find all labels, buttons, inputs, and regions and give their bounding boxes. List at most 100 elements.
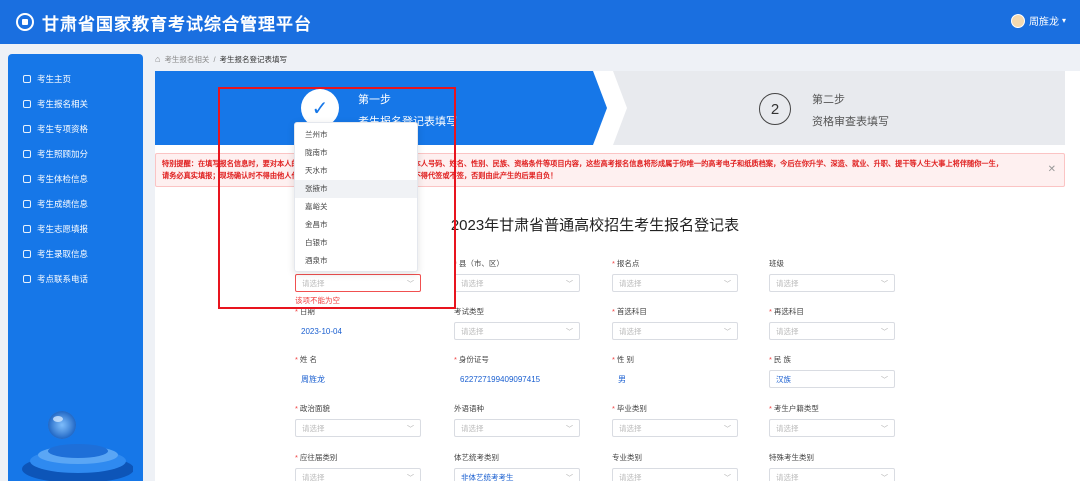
breadcrumb-parent[interactable]: 考生报名相关 [164, 54, 209, 65]
second-subject-label: 再选科目 [773, 307, 804, 316]
chevron-down-icon: ﹀ [881, 426, 888, 433]
qualification-icon [23, 124, 31, 133]
phone-icon [23, 274, 31, 283]
document-icon [23, 99, 31, 108]
field-language: 外语语种 请选择 ﹀ [454, 403, 580, 437]
platform-logo-icon [16, 13, 34, 31]
exam-type-label: 考试类型 [454, 307, 484, 316]
breadcrumb: ⌂ 考生报名相关 / 考生报名登记表填写 [155, 52, 287, 66]
sidebar-item-contact[interactable]: 考点联系电话 [8, 266, 143, 291]
art-sport-type-select[interactable]: 非体艺统考考生 ﹀ [454, 468, 580, 481]
id-number-value: 622727199409097415 [460, 374, 541, 384]
major-type-select[interactable]: 请选择 ﹀ [612, 468, 738, 481]
sidebar-item-label: 考生志愿填报 [37, 223, 89, 234]
step2-desc: 资格审查表填写 [812, 116, 889, 128]
language-label: 外语语种 [454, 404, 484, 413]
user-icon [23, 74, 31, 83]
sidebar: 考生主页 考生报名相关 考生专项资格 考生照顾加分 考生体检信息 考生成绩信息 … [8, 54, 143, 481]
chevron-down-icon: ﹀ [724, 426, 731, 433]
user-menu[interactable]: 周旌龙 ▾ [1010, 13, 1066, 28]
class-select[interactable]: 请选择 ﹀ [769, 274, 895, 292]
field-county: * 县（市、区） 请选择 ﹀ [454, 258, 580, 292]
user-name: 周旌龙 [1028, 17, 1059, 28]
chevron-down-icon: ﹀ [566, 281, 573, 288]
art-sport-type-label: 体艺统考类别 [454, 453, 499, 462]
second-subject-select[interactable]: 请选择 ﹀ [769, 322, 895, 340]
field-fresh-type: * 应往届类别 请选择 ﹀ [295, 452, 421, 481]
special-type-select[interactable]: 请选择 ﹀ [769, 468, 895, 481]
date-value: 2023-10-04 [301, 326, 342, 336]
political-select[interactable]: 请选择 ﹀ [295, 419, 421, 437]
chevron-down-icon: ﹀ [881, 281, 888, 288]
field-household-type: * 考生户籍类型 请选择 ﹀ [769, 403, 895, 437]
sidebar-item-qualification[interactable]: 考生专项资格 [8, 116, 143, 141]
avatar [1010, 13, 1025, 28]
sidebar-item-registration[interactable]: 考生报名相关 [8, 91, 143, 116]
household-type-label: 考生户籍类型 [773, 404, 819, 413]
sidebar-item-label: 考生专项资格 [37, 123, 89, 134]
ethnicity-select[interactable]: 汉族 ﹀ [769, 370, 895, 388]
county-select[interactable]: 请选择 ﹀ [454, 274, 580, 292]
annotation-highlight-box [218, 87, 456, 309]
chevron-down-icon: ﹀ [881, 329, 888, 336]
sidebar-item-label: 考生报名相关 [37, 98, 89, 109]
field-major-type: 专业类别 请选择 ﹀ [612, 452, 738, 481]
first-subject-select[interactable]: 请选择 ﹀ [612, 322, 738, 340]
household-type-select[interactable]: 请选择 ﹀ [769, 419, 895, 437]
field-graduation-type: * 毕业类别 请选择 ﹀ [612, 403, 738, 437]
chevron-down-icon: ﹀ [407, 475, 414, 481]
graduation-type-select[interactable]: 请选择 ﹀ [612, 419, 738, 437]
gender-value: 男 [618, 374, 626, 384]
sidebar-item-physical-exam[interactable]: 考生体检信息 [8, 166, 143, 191]
score-icon [23, 199, 31, 208]
home-icon[interactable]: ⌂ [155, 54, 160, 64]
field-class: 班级 请选择 ﹀ [769, 258, 895, 292]
site-select[interactable]: 请选择 ﹀ [612, 274, 738, 292]
sidebar-item-label: 考生录取信息 [37, 248, 89, 259]
fresh-type-select[interactable]: 请选择 ﹀ [295, 468, 421, 481]
chevron-down-icon: ﹀ [881, 475, 888, 481]
field-first-subject: * 首选科目 请选择 ﹀ [612, 306, 738, 340]
caret-down-icon: ▾ [1061, 16, 1066, 25]
sidebar-item-label: 考点联系电话 [37, 273, 89, 284]
sidebar-item-application[interactable]: 考生志愿填报 [8, 216, 143, 241]
admission-icon [23, 249, 31, 258]
chevron-down-icon: ﹀ [566, 475, 573, 481]
special-type-label: 特殊考生类别 [769, 453, 814, 462]
fresh-type-label: 应往届类别 [299, 453, 338, 462]
chevron-down-icon: ﹀ [881, 377, 888, 384]
class-label: 班级 [769, 259, 784, 268]
name-label: 姓 名 [299, 355, 318, 364]
sidebar-item-admission[interactable]: 考生录取信息 [8, 241, 143, 266]
breadcrumb-current: 考生报名登记表填写 [219, 54, 288, 64]
gender-label: 性 别 [616, 355, 635, 364]
ethnicity-label: 民 族 [773, 355, 792, 364]
chevron-down-icon: ﹀ [566, 426, 573, 433]
sidebar-decoration-illustration [22, 411, 133, 481]
sidebar-item-scores[interactable]: 考生成绩信息 [8, 191, 143, 216]
field-ethnicity: * 民 族 汉族 ﹀ [769, 354, 895, 388]
chevron-down-icon: ﹀ [407, 426, 414, 433]
step2-title: 第二步 [812, 94, 845, 106]
field-political: * 政治面貌 请选择 ﹀ [295, 403, 421, 437]
chevron-down-icon: ﹀ [724, 329, 731, 336]
sidebar-item-label: 考生主页 [37, 73, 72, 84]
breadcrumb-separator: / [213, 54, 216, 64]
sidebar-item-home[interactable]: 考生主页 [8, 66, 143, 91]
close-icon[interactable]: ✕ [1048, 164, 1056, 176]
first-subject-label: 首选科目 [616, 307, 647, 316]
sidebar-item-label: 考生成绩信息 [37, 198, 89, 209]
field-second-subject: * 再选科目 请选择 ﹀ [769, 306, 895, 340]
bonus-icon [23, 149, 31, 158]
app-title: 甘肃省国家教育考试综合管理平台 [42, 14, 312, 34]
site-label: 报名点 [616, 259, 640, 268]
sidebar-item-bonus-points[interactable]: 考生照顾加分 [8, 141, 143, 166]
step2-number: 2 [759, 93, 791, 125]
exam-type-select[interactable]: 请选择 ﹀ [454, 322, 580, 340]
field-id-number: * 身份证号 622727199409097415 [454, 354, 580, 388]
language-select[interactable]: 请选择 ﹀ [454, 419, 580, 437]
sidebar-item-label: 考生体检信息 [37, 173, 89, 184]
county-label: 县（市、区） [458, 259, 504, 268]
chevron-down-icon: ﹀ [724, 475, 731, 481]
political-label: 政治面貌 [299, 404, 330, 413]
